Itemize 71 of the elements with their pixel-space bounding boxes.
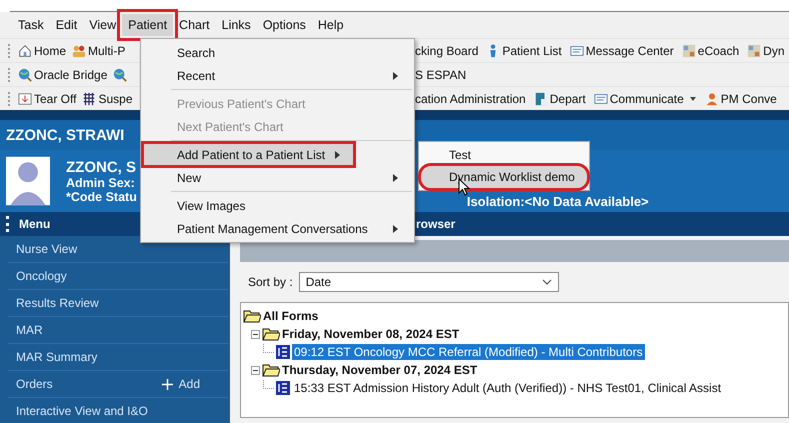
toolbar-button-label[interactable]: PM Conve: [720, 92, 777, 106]
grid-icon: [682, 44, 696, 58]
tree-folder[interactable]: Friday, November 08, 2024 EST: [282, 327, 460, 341]
avatar-icon: [6, 156, 50, 206]
menu-bar-item[interactable]: Task: [12, 14, 50, 36]
toolbar-button-label[interactable]: Oracle Bridge: [34, 68, 108, 82]
message-icon: [594, 92, 608, 106]
banner-title: ZZONC, STRAWI: [6, 126, 124, 144]
submenu-arrow-icon: [393, 174, 398, 182]
menu-bar-item[interactable]: Help: [312, 14, 350, 36]
patient-name: ZZONC, S: [66, 158, 137, 176]
person-icon: [704, 92, 719, 106]
submenu-arrow-icon: [393, 224, 398, 232]
menu-item[interactable]: Add Patient to a Patient List: [143, 143, 354, 166]
toolbar-button-label[interactable]: S ESPAN: [415, 68, 466, 82]
toolbar-button-label[interactable]: Patient List: [502, 44, 562, 58]
menu-item[interactable]: Test: [421, 144, 587, 166]
globe-icon: [113, 68, 128, 82]
menu-item[interactable]: Dynamic Worklist demo: [421, 166, 587, 188]
tree-item[interactable]: 15:33 EST Admission History Adult (Auth (Verified)) - NHS Test01, Clinical Assist: [292, 380, 724, 396]
toolbar-button-label[interactable]: Multi-P: [88, 44, 126, 58]
caret-icon: [688, 94, 697, 102]
toolbar-button-label[interactable]: Tear Off: [34, 92, 76, 106]
grid-icon: [82, 92, 96, 106]
message-icon: [570, 44, 584, 58]
menu-bar-item[interactable]: Links: [216, 14, 257, 36]
plus-icon: [162, 378, 173, 390]
chevron-icon: [542, 279, 552, 285]
toolbar-button-label[interactable]: Communicate: [610, 92, 684, 106]
submenu-arrow-icon: [335, 150, 340, 158]
toolbar-button-label[interactable]: eCoach: [698, 44, 740, 58]
grid-icon: [747, 44, 762, 58]
menu-bar-item[interactable]: Patient: [122, 14, 174, 36]
submenu-arrow-icon: [393, 72, 398, 80]
form-icon: [276, 381, 290, 395]
sort-dropdown[interactable]: Date: [298, 272, 559, 292]
menu-item[interactable]: New: [143, 166, 412, 189]
toolbar-button-label[interactable]: Depart: [550, 92, 586, 106]
patient-detail: *Code Statu: [66, 190, 137, 204]
menu-item[interactable]: Search: [143, 41, 412, 64]
toolbar-button-label[interactable]: cking Board: [415, 44, 478, 58]
form-icon: [276, 345, 290, 359]
patient-detail: Admin Sex:: [66, 176, 136, 190]
toolbar-button-label[interactable]: Home: [34, 44, 66, 58]
menu-header: Menu: [19, 217, 50, 231]
content-title: rowser: [416, 217, 456, 231]
toolbar-button-label[interactable]: Message Center: [586, 44, 674, 58]
toolbar-button-label[interactable]: Dyn: [763, 44, 785, 58]
menu-bar-item[interactable]: Chart: [173, 14, 216, 36]
collapse-icon[interactable]: [251, 330, 260, 338]
tree-folder[interactable]: All Forms: [263, 309, 318, 323]
menu-bar-item[interactable]: View: [83, 14, 122, 36]
isolation-status: Isolation:<No Data Available>: [466, 194, 649, 208]
tear-off-icon: [18, 92, 32, 106]
menu-item[interactable]: Recent: [143, 64, 412, 87]
sort-label: Sort by :: [248, 275, 293, 289]
collapse-icon[interactable]: [251, 366, 260, 374]
people-icon: [72, 44, 86, 58]
globe-icon: [18, 68, 32, 82]
home-icon: [18, 44, 32, 58]
tree-item[interactable]: 09:12 EST Oncology MCC Referral (Modified) - Multi Contributors: [292, 344, 645, 360]
toolbar-button-label[interactable]: Suspe: [98, 92, 132, 106]
menu-bar-item[interactable]: Edit: [50, 14, 84, 36]
add-button[interactable]: Add: [162, 377, 200, 391]
folder-icon: [243, 309, 261, 323]
menu-bar-item[interactable]: Options: [256, 14, 312, 36]
toolbar-button-label[interactable]: cation Administration: [415, 92, 526, 106]
tree-folder[interactable]: Thursday, November 07, 2024 EST: [282, 363, 478, 377]
folder-icon: [262, 327, 280, 341]
menu-item[interactable]: View Images: [143, 194, 412, 217]
folder-icon: [262, 363, 280, 377]
